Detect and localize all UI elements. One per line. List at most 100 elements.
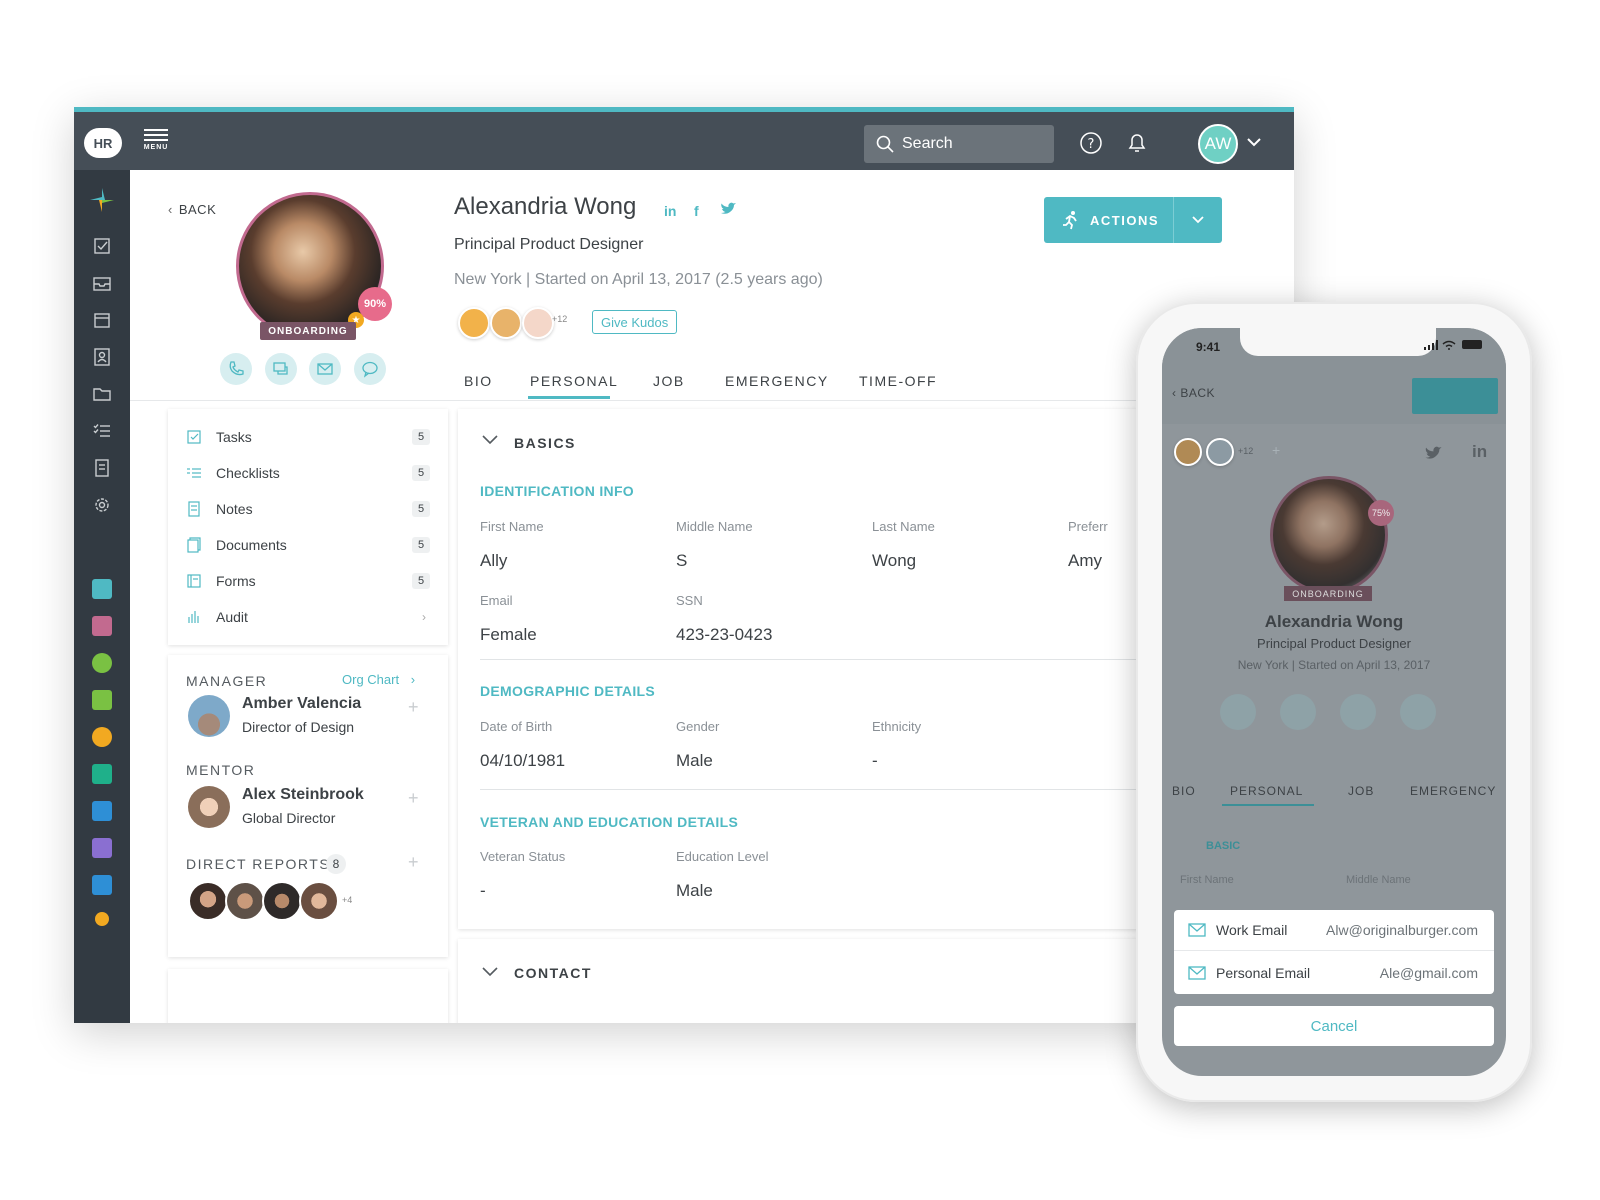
add-manager-icon[interactable]: + <box>408 697 419 718</box>
sidelist-item-audit[interactable]: Audit › <box>186 605 430 629</box>
chat-button[interactable] <box>265 353 297 385</box>
tab-job[interactable]: JOB <box>653 373 685 389</box>
mobile-email-button[interactable] <box>1340 694 1376 730</box>
work-email-option[interactable]: Work Email Alw@originalburger.com <box>1174 910 1494 951</box>
mentor-role: Global Director <box>242 810 336 826</box>
chevron-down-icon[interactable] <box>1246 134 1262 150</box>
user-avatar[interactable]: AW <box>1198 124 1238 164</box>
dob-label: Date of Birth <box>480 719 553 734</box>
hr-logo[interactable]: HR <box>84 128 122 158</box>
demographic-details-title: DEMOGRAPHIC DETAILS <box>480 683 655 699</box>
search-input[interactable]: Search <box>864 125 1054 163</box>
back-link[interactable]: ‹ BACK <box>168 202 216 217</box>
personal-email-option[interactable]: Personal Email Ale@gmail.com <box>1174 952 1494 993</box>
checklist-nav-icon[interactable] <box>92 421 112 441</box>
calendar-nav-icon[interactable] <box>92 310 112 330</box>
mobile-tab-bio[interactable]: BIO <box>1172 784 1196 798</box>
payroll-app-icon[interactable] <box>92 764 112 784</box>
direct-report-avatar[interactable] <box>299 881 339 921</box>
settings-nav-icon[interactable] <box>92 495 112 515</box>
manager-name[interactable]: Amber Valencia <box>242 695 361 713</box>
mobile-add-kudos-icon[interactable]: + <box>1272 442 1280 458</box>
mobile-chat-button[interactable] <box>1280 694 1316 730</box>
cancel-button[interactable]: Cancel <box>1174 1006 1494 1046</box>
tab-personal[interactable]: PERSONAL <box>530 373 618 389</box>
count-badge: 5 <box>412 465 430 481</box>
tab-emergency[interactable]: EMERGENCY <box>725 373 829 389</box>
direct-report-avatar[interactable] <box>225 881 265 921</box>
tab-bio[interactable]: BIO <box>464 373 493 389</box>
mobile-kudo-icon[interactable] <box>1206 438 1234 466</box>
mobile-tab-emergency[interactable]: EMERGENCY <box>1410 784 1496 798</box>
email-button[interactable] <box>309 353 341 385</box>
team-app-icon[interactable] <box>92 579 112 599</box>
tasks-nav-icon[interactable] <box>92 236 112 256</box>
directory-nav-icon[interactable] <box>92 347 112 367</box>
mobile-phone-button[interactable] <box>1220 694 1256 730</box>
search-app-icon[interactable] <box>92 801 112 821</box>
facebook-link[interactable]: f <box>694 203 699 219</box>
mobile-twitter-icon[interactable] <box>1424 446 1442 461</box>
twitter-icon[interactable] <box>720 202 736 216</box>
basics-section-title[interactable]: BASICS <box>514 435 576 451</box>
contact-section-title[interactable]: CONTACT <box>514 965 592 981</box>
mobile-back-link[interactable]: ‹ BACK <box>1172 386 1215 400</box>
mobile-linkedin-link[interactable]: in <box>1472 442 1487 462</box>
inbox-nav-icon[interactable] <box>92 273 112 293</box>
mobile-tab-personal[interactable]: PERSONAL <box>1230 784 1303 798</box>
mentor-avatar[interactable] <box>188 786 230 828</box>
direct-report-avatar[interactable] <box>188 881 228 921</box>
folder-nav-icon[interactable] <box>92 384 112 404</box>
actions-button[interactable]: ACTIONS <box>1044 197 1222 243</box>
mobile-basic-title[interactable]: BASIC <box>1206 840 1240 852</box>
menu-button[interactable]: MENU <box>142 126 170 156</box>
middle-name-label: Middle Name <box>676 519 753 534</box>
org-chart-link[interactable]: Org Chart › <box>342 672 415 687</box>
kudo-lion-icon[interactable] <box>490 307 522 339</box>
chevron-down-icon[interactable] <box>482 435 498 445</box>
export-app-icon[interactable] <box>92 875 112 895</box>
sidelist-item-tasks[interactable]: Tasks 5 <box>186 425 430 449</box>
mobile-profile-photo[interactable] <box>1270 476 1388 594</box>
sidelist-item-notes[interactable]: Notes 5 <box>186 497 430 521</box>
mobile-actions-button[interactable] <box>1412 378 1498 414</box>
mobile-middle-name-label: Middle Name <box>1346 874 1411 886</box>
add-mentor-icon[interactable]: + <box>408 788 419 809</box>
actions-main[interactable]: ACTIONS <box>1044 197 1174 243</box>
tab-time-off[interactable]: TIME-OFF <box>859 373 937 389</box>
direct-reports-more[interactable]: +4 <box>342 895 352 905</box>
mobile-kudo-icon[interactable] <box>1174 438 1202 466</box>
mentor-name[interactable]: Alex Steinbrook <box>242 786 364 804</box>
actions-dropdown[interactable] <box>1174 216 1222 224</box>
linkedin-link[interactable]: in <box>664 203 676 219</box>
sidelist-item-checklists[interactable]: Checklists 5 <box>186 461 430 485</box>
award-app-icon[interactable] <box>92 653 112 673</box>
message-button[interactable] <box>354 353 386 385</box>
travel-app-icon[interactable] <box>92 690 112 710</box>
chevron-down-icon[interactable] <box>482 967 498 977</box>
benefits-app-icon[interactable] <box>92 727 112 747</box>
kudo-emoji-icon[interactable] <box>458 307 490 339</box>
org-chart-label: Org Chart <box>342 672 400 687</box>
top-bar: HR MENU Search ? AW <box>74 107 1294 170</box>
document-app-icon[interactable] <box>92 838 112 858</box>
smile-app-icon[interactable] <box>95 912 109 926</box>
badge-app-icon[interactable] <box>92 616 112 636</box>
pinwheel-logo-icon[interactable] <box>88 186 116 214</box>
notes-nav-icon[interactable] <box>92 458 112 478</box>
mobile-tab-job[interactable]: JOB <box>1348 784 1374 798</box>
direct-report-avatar[interactable] <box>262 881 302 921</box>
manager-avatar[interactable] <box>188 695 230 737</box>
mobile-message-button[interactable] <box>1400 694 1436 730</box>
sidelist-item-documents[interactable]: Documents 5 <box>186 533 430 557</box>
work-email-value: Alw@originalburger.com <box>1326 922 1478 938</box>
bell-icon[interactable] <box>1124 130 1150 156</box>
kudo-donut-icon[interactable] <box>522 307 554 339</box>
help-icon[interactable]: ? <box>1078 130 1104 156</box>
kudos-more-count: +12 <box>552 314 568 324</box>
count-badge: 5 <box>412 573 430 589</box>
sidelist-item-forms[interactable]: Forms 5 <box>186 569 430 593</box>
add-direct-report-icon[interactable]: + <box>408 852 419 873</box>
phone-button[interactable] <box>220 353 252 385</box>
give-kudos-button[interactable]: Give Kudos <box>592 310 678 334</box>
